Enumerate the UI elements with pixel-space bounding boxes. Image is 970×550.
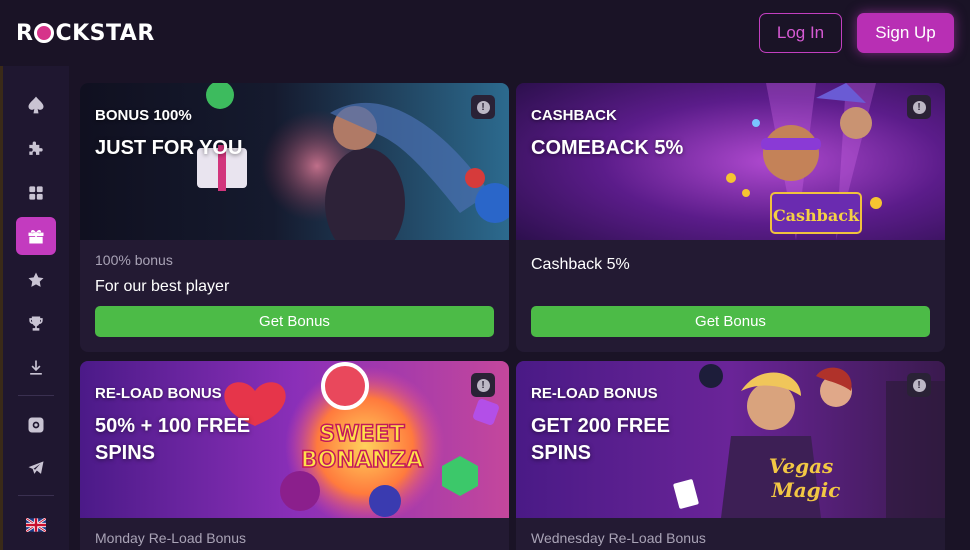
promo-banner: Cashback CASHBACK COMEBACK 5% ! [516,83,945,240]
promo-card-bonus-100: BONUS 100% JUST FOR YOU ! 100% bonus For… [80,83,509,352]
sidebar-item-bonuses[interactable] [16,217,56,256]
info-icon: ! [912,378,926,392]
promotions-content: BONUS 100% JUST FOR YOU ! 100% bonus For… [69,66,970,550]
promo-description: Cashback 5% [531,256,630,273]
telegram-icon [28,461,44,475]
promo-title: COMEBACK 5% [531,137,684,159]
bonanza-art-text: BONANZA [301,448,423,473]
signup-button[interactable]: Sign Up [857,13,954,53]
magic-art-text: Magic [771,478,841,502]
sidebar-divider [18,394,54,396]
promo-banner: SWEET BONANZA RE-LOAD BONUS 50% + 100 FR… [80,361,509,518]
promo-kicker: BONUS 100% [95,107,192,124]
sidebar-item-telegram[interactable] [16,449,56,487]
instagram-icon [28,417,44,433]
download-icon [30,360,42,375]
promo-description: For our best player [95,278,230,295]
promo-card-cashback: Cashback CASHBACK COMEBACK 5% ! Cashback… [516,83,945,352]
promo-kicker: RE-LOAD BONUS [95,385,222,402]
cashback-art-text: Cashback [773,206,860,225]
logo-text-suffix: CKSTAR [55,20,155,46]
sidebar-item-categories[interactable] [16,174,56,212]
promo-title: JUST FOR YOU [95,137,243,159]
promo-kicker: CASHBACK [531,107,617,124]
top-header: R CKSTAR Log In Sign Up [0,0,970,66]
login-button[interactable]: Log In [759,13,842,53]
logo-lips-icon [34,23,55,43]
get-bonus-button[interactable]: Get Bonus [531,306,930,337]
sidebar [3,66,69,550]
puzzle-icon [29,141,43,155]
rockstar-logo[interactable]: R CKSTAR [16,21,155,46]
sidebar-item-games[interactable] [16,130,56,168]
promo-banner: Vegas Magic RE-LOAD BONUS GET 200 FREE S… [516,361,945,518]
star-icon [28,272,44,287]
gift-icon [28,230,44,244]
info-icon: ! [476,378,490,392]
get-bonus-button[interactable]: Get Bonus [95,306,494,337]
info-button[interactable]: ! [907,95,931,119]
info-button[interactable]: ! [471,373,495,397]
logo-text-prefix: R [16,20,34,46]
promo-title: GET 200 FREE SPINS [531,415,670,464]
promo-subtitle: Monday Re-Load Bonus [95,530,246,546]
promo-subtitle: 100% bonus [95,252,173,268]
uk-flag-icon [26,518,46,533]
sidebar-divider-2 [18,495,54,497]
sweet-art-text: SWEET [319,422,404,447]
sidebar-item-tournaments[interactable] [16,305,56,343]
sidebar-item-download[interactable] [16,349,56,387]
info-icon: ! [476,100,490,114]
auth-buttons: Log In Sign Up [759,13,954,53]
promo-kicker: RE-LOAD BONUS [531,385,658,402]
spade-icon [28,96,44,114]
grid-icon [29,185,43,200]
vegas-art-text: Vegas [769,454,834,478]
trophy-icon [29,316,43,331]
info-button[interactable]: ! [907,373,931,397]
sidebar-item-favorites[interactable] [16,261,56,299]
promo-subtitle: Wednesday Re-Load Bonus [531,530,706,546]
promo-banner: BONUS 100% JUST FOR YOU ! [80,83,509,240]
sidebar-item-instagram[interactable] [16,406,56,444]
promo-card-wednesday-reload: Vegas Magic RE-LOAD BONUS GET 200 FREE S… [516,361,945,550]
promo-card-monday-reload: SWEET BONANZA RE-LOAD BONUS 50% + 100 FR… [80,361,509,550]
sidebar-item-casino[interactable] [16,86,56,124]
info-icon: ! [912,100,926,114]
sidebar-item-language[interactable] [16,506,56,544]
info-button[interactable]: ! [471,95,495,119]
promo-title: 50% + 100 FREE SPINS [95,415,251,464]
